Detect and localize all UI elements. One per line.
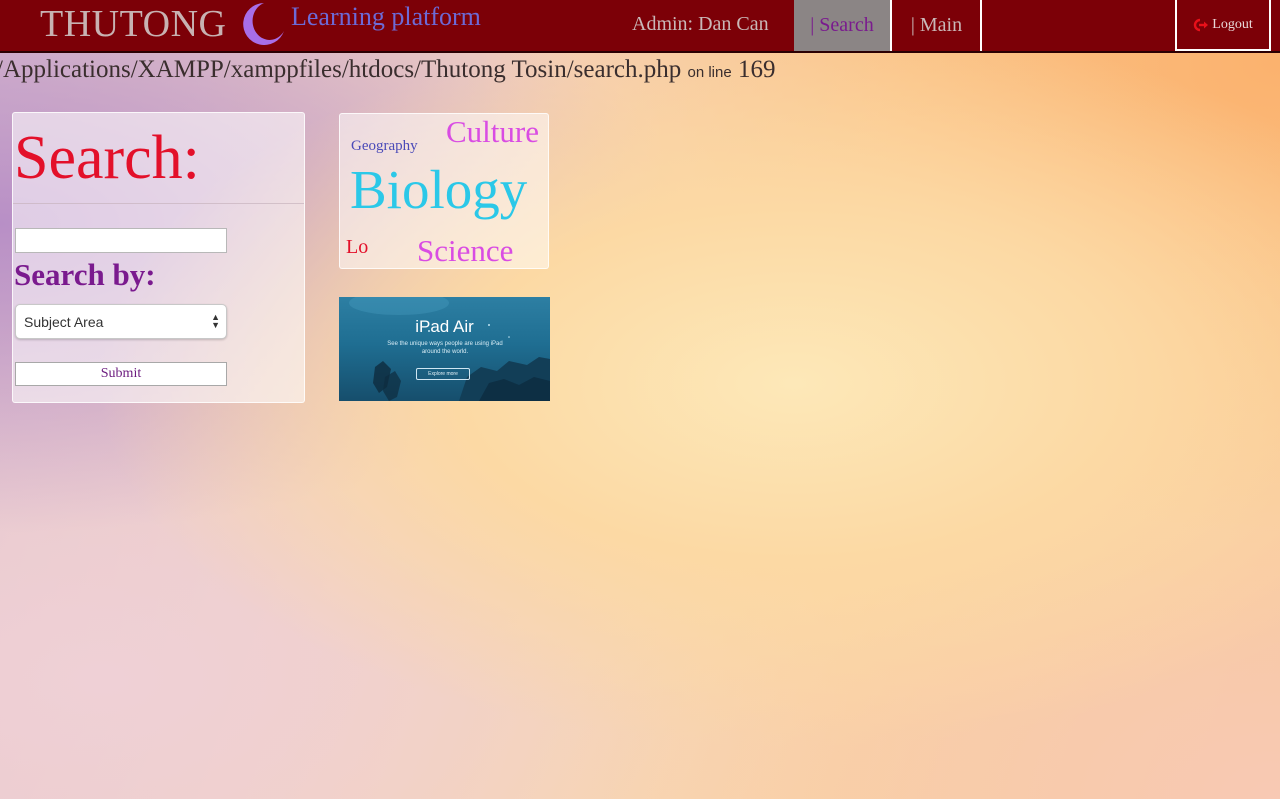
ad-title: iPad Air <box>339 317 550 337</box>
select-value: Subject Area <box>24 313 104 330</box>
logout-button[interactable]: Logout <box>1175 0 1271 51</box>
search-input[interactable] <box>15 228 227 253</box>
search-by-select[interactable]: Subject Area ▲ ▼ <box>15 304 227 339</box>
ad-explore-button[interactable]: Explore more <box>416 368 470 380</box>
search-by-label: Search by: <box>14 257 156 292</box>
php-error-path: /Applications/XAMPP/xamppfiles/htdocs/Th… <box>0 56 775 84</box>
cloud-word-geography[interactable]: Geography <box>351 138 418 155</box>
error-on-line-label: on line <box>687 64 732 81</box>
crescent-logo-icon <box>240 1 290 45</box>
search-panel: Search: Search by: Subject Area ▲ ▼ Submi… <box>12 112 305 403</box>
logout-label: Logout <box>1212 16 1253 32</box>
top-nav-bar: THUTONG Learning platform Admin: Dan Can… <box>0 0 1280 53</box>
cloud-word-lo[interactable]: Lo <box>346 236 368 259</box>
error-file-path: /Applications/XAMPP/xamppfiles/htdocs/Th… <box>0 56 682 83</box>
search-heading: Search: <box>14 124 200 192</box>
logout-icon <box>1193 18 1209 32</box>
brand-title[interactable]: THUTONG <box>40 2 226 46</box>
select-updown-icon: ▲ ▼ <box>211 312 220 330</box>
cloud-word-science[interactable]: Science <box>417 233 513 269</box>
panel-divider <box>13 203 304 204</box>
admin-user-label: Admin: Dan Can <box>632 13 769 35</box>
submit-button[interactable]: Submit <box>15 362 227 386</box>
ad-tagline: See the unique ways people are using iPa… <box>387 341 503 355</box>
cloud-word-biology[interactable]: Biology <box>350 158 527 221</box>
ipad-air-ad-banner[interactable]: iPad Air See the unique ways people are … <box>339 297 550 401</box>
cloud-word-culture[interactable]: Culture <box>446 114 539 150</box>
brand-subtitle: Learning platform <box>291 2 481 31</box>
subject-word-cloud: Geography Culture Biology Lo Science <box>339 113 549 269</box>
nav-tab-main[interactable]: | Main <box>893 0 982 51</box>
nav-tab-search[interactable]: | Search <box>794 0 892 51</box>
error-line-number: 169 <box>737 56 776 83</box>
ad-title-text: iPad Air <box>415 317 474 336</box>
